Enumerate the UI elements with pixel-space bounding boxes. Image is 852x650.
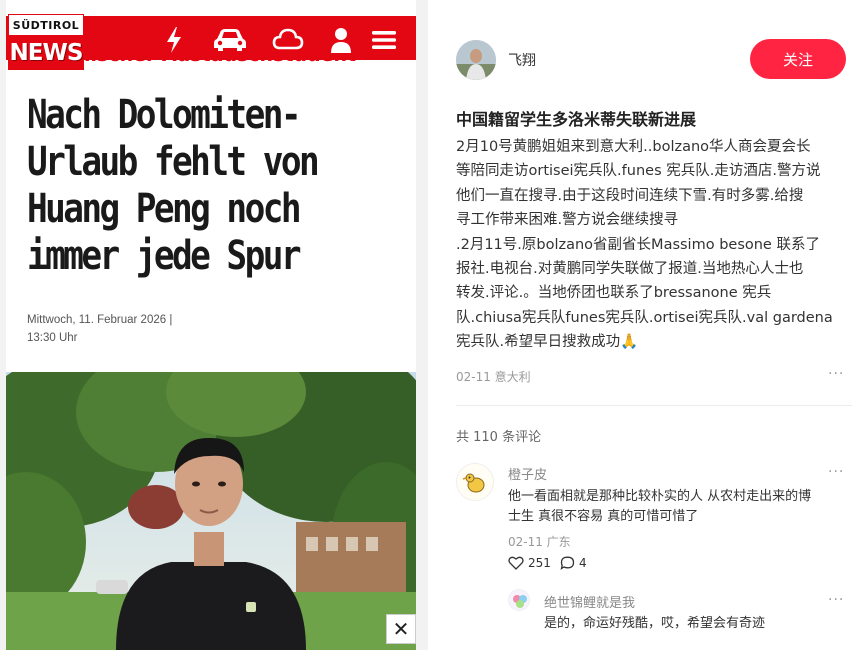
post-title: 中国籍留学生多洛米蒂失联新进展 (456, 110, 697, 129)
reply-text: 是的，命运好残酷，哎，希望会有奇迹 (544, 614, 765, 634)
reply-more-icon[interactable]: ··· (828, 592, 844, 608)
comment-more-icon[interactable]: ··· (828, 464, 844, 480)
author-avatar[interactable] (456, 40, 496, 80)
post-body-line: 他们一直在搜寻.由于这段时间连续下雪.有时多雾.给搜 (456, 187, 804, 204)
comment-text: 他一看面相就是那种比较朴实的人 从农村走出来的博 士生 真很不容易 真的可惜可惜… (508, 487, 811, 527)
car-icon[interactable] (213, 26, 247, 54)
headline-line: Huang Peng noch (27, 186, 302, 232)
suedtirol-news-logo[interactable]: SÜDTIROL NEWS (8, 14, 84, 70)
comment-text-line: 他一看面相就是那种比较朴实的人 从农村走出来的博 (508, 489, 812, 504)
post-body: 2月10号黄鹏姐姐来到意大利..bolzano华人商会夏会长 等陪同走访orti… (456, 135, 850, 355)
post-body-line: 报社.电视台.对黄鹏同学失联做了报道.当地热心人士也 (456, 261, 804, 278)
post-body-line: 2月10号黄鹏姐姐来到意大利..bolzano华人商会夏会长 (456, 139, 811, 155)
close-ad-button[interactable]: ✕ (386, 614, 416, 644)
cloud-icon[interactable] (272, 26, 304, 54)
right-gutter (416, 0, 428, 650)
reply-username[interactable]: 绝世锦鲤就是我 (544, 592, 635, 611)
headline-line: immer jede Spur (27, 233, 302, 279)
headline-line: Urlaub fehlt von (27, 139, 320, 185)
post-body-line: 队.chiusa宪兵队funes宪兵队.ortisei宪兵队.val garde… (456, 309, 833, 326)
article-headline: Nach Dolomiten- Urlaub fehlt von Huang P… (27, 92, 354, 280)
headline-line: Nach Dolomiten- (27, 92, 302, 138)
like-count: 251 (528, 556, 551, 570)
post-panel: 飞翔 关注 中国籍留学生多洛米蒂失联新进展 2月10号黄鹏姐姐来到意大利..bo… (440, 0, 852, 650)
user-icon[interactable] (330, 26, 352, 54)
post-body-line: 寻工作带来困难.警方说会继续搜寻 (456, 212, 679, 229)
reply-text-line: 是的，命运好残酷，哎，希望会有奇迹 (544, 616, 766, 631)
author-name[interactable]: 飞翔 (508, 50, 536, 70)
reply-count: 4 (579, 556, 587, 570)
follow-button[interactable]: 关注 (750, 39, 846, 79)
post-body-line: 等陪同走访ortisei宪兵队.funes 宪兵队.走访酒店.警方说 (456, 163, 821, 180)
post-body-line: 宪兵队.希望早日搜救成功🙏 (456, 334, 639, 351)
reply-button[interactable]: 4 (560, 556, 587, 570)
post-body-line: .2月11号.原bolzano省副省长Massimo besone 联系了 (456, 236, 820, 253)
comment-count: 共 110 条评论 (456, 430, 542, 445)
article-dateline: Mittwoch, 11. Februar 2026 | 13:30 Uhr (27, 311, 172, 347)
comment-text-line: 士生 真很不容易 真的可惜可惜了 (508, 509, 699, 524)
comment-meta: 02-11 广东 (508, 535, 571, 549)
logo-bottom-text: NEWS (8, 36, 84, 70)
menu-icon[interactable] (371, 26, 397, 54)
commenter-name[interactable]: 橙子皮 (508, 464, 547, 483)
heart-icon (508, 556, 524, 570)
post-more-icon[interactable]: ··· (828, 366, 844, 382)
logo-top-text: SÜDTIROL (8, 14, 84, 36)
article-date: Mittwoch, 11. Februar 2026 | (27, 314, 173, 326)
post-meta: 02-11 意大利 (456, 370, 531, 384)
like-button[interactable]: 251 (508, 556, 551, 570)
article-photo (6, 372, 416, 650)
commenter-avatar[interactable] (456, 463, 494, 501)
news-article-panel: lischer Austauschstudent SÜDTIROL NEWS N… (0, 0, 428, 650)
reply-avatar[interactable] (508, 589, 530, 611)
chat-bubble-icon (560, 556, 575, 570)
divider (456, 405, 852, 406)
lightning-icon[interactable] (164, 26, 184, 54)
article-time: 13:30 Uhr (27, 332, 78, 344)
post-body-line: 转发.评论.。当地侨团也联系了bressanone 宪兵 (456, 285, 772, 302)
